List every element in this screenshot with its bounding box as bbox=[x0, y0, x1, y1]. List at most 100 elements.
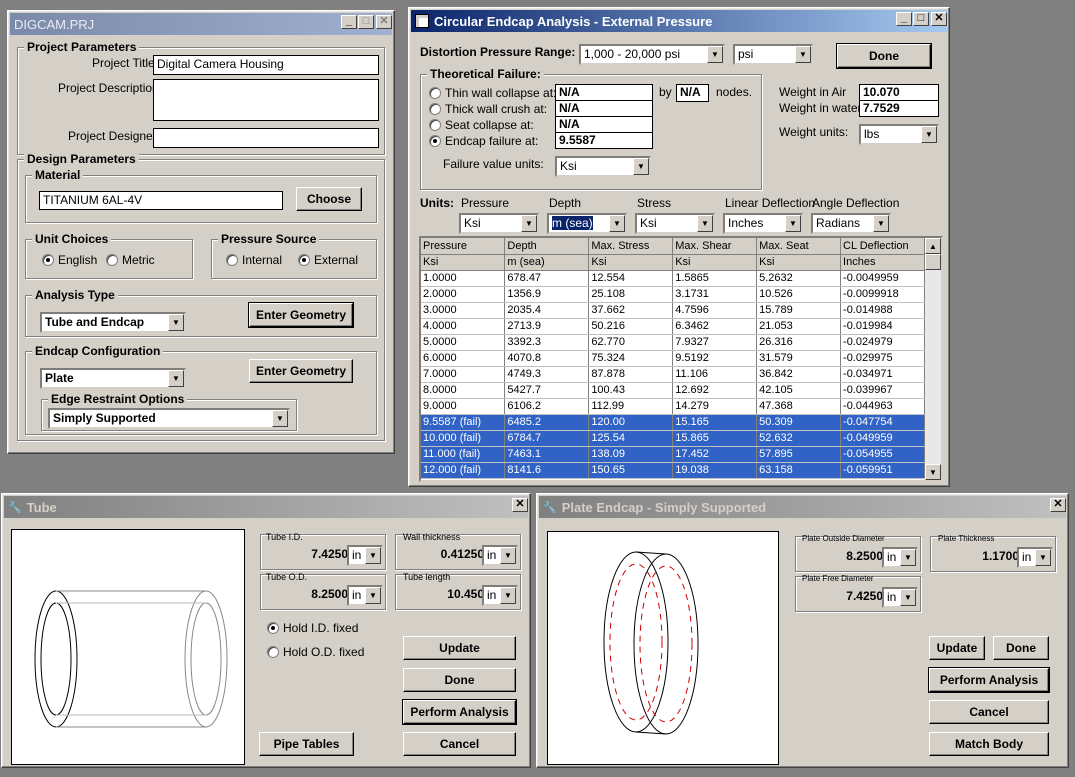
scroll-up-icon[interactable]: ▲ bbox=[925, 238, 941, 254]
tube-id-unit-select[interactable]: in ▼ bbox=[347, 545, 383, 566]
plate-titlebar[interactable]: 🔧 Plate Endcap - Simply Supported bbox=[539, 496, 1066, 518]
tube-length-value[interactable]: 10.450 bbox=[426, 587, 484, 601]
analysis-titlebar[interactable]: Circular Endcap Analysis - External Pres… bbox=[411, 10, 947, 32]
vertical-scrollbar[interactable]: ▲ ▼ bbox=[925, 238, 941, 480]
results-grid[interactable]: Pressure Depth Max. Stress Max. Shear Max. S… bbox=[419, 236, 943, 482]
plate-od-value[interactable]: 8.2500 bbox=[837, 549, 883, 563]
project-designer-field[interactable] bbox=[153, 128, 379, 148]
project-description-field[interactable] bbox=[153, 79, 379, 121]
table-row[interactable]: 12.000 (fail) 8141.6 150.65 19.038 63.158 -0.… bbox=[421, 462, 925, 479]
hold-id-radio[interactable]: Hold I.D. fixed bbox=[267, 621, 358, 635]
pipe-tables-button[interactable]: Pipe Tables bbox=[259, 732, 354, 756]
project-titlebar[interactable]: DIGCAM.PRJ bbox=[10, 13, 392, 35]
minimize-icon[interactable]: _ bbox=[341, 15, 357, 29]
plate-cancel-button[interactable]: Cancel bbox=[929, 700, 1049, 724]
chevron-down-icon[interactable]: ▼ bbox=[500, 547, 516, 564]
linear-deflection-select[interactable]: Inches ▼ bbox=[723, 213, 803, 234]
table-row[interactable]: 10.000 (fail) 6784.7 125.54 15.865 52.632 -0.… bbox=[421, 430, 925, 447]
enter-geometry-button[interactable]: Enter Geometry bbox=[248, 302, 354, 328]
plate-thickness-unit-select[interactable]: in ▼ bbox=[1017, 547, 1053, 568]
scroll-down-icon[interactable]: ▼ bbox=[925, 464, 941, 480]
endcap-type-select[interactable]: Plate ▼ bbox=[40, 368, 186, 389]
table-row[interactable]: 9.0000 6106.2 112.99 14.279 47.368 -0.044963 bbox=[421, 398, 925, 415]
seat-collapse-radio[interactable]: Seat collapse at: bbox=[429, 118, 534, 132]
chevron-down-icon[interactable]: ▼ bbox=[707, 46, 723, 63]
edge-restraint-select[interactable]: Simply Supported ▼ bbox=[48, 408, 290, 429]
close-icon[interactable]: ✕ bbox=[1050, 498, 1066, 512]
internal-radio[interactable]: Internal bbox=[226, 253, 282, 267]
close-icon[interactable]: ✕ bbox=[931, 12, 947, 26]
tube-length-unit-select[interactable]: in ▼ bbox=[482, 585, 518, 606]
tube-id-value[interactable]: 7.4250 bbox=[302, 547, 348, 561]
chevron-down-icon[interactable]: ▼ bbox=[921, 126, 937, 143]
chevron-down-icon[interactable]: ▼ bbox=[633, 158, 649, 175]
wall-thickness-value[interactable]: 0.41250 bbox=[426, 547, 484, 561]
plate-perform-analysis-button[interactable]: Perform Analysis bbox=[928, 667, 1050, 693]
failure-units-select[interactable]: Ksi ▼ bbox=[555, 156, 651, 177]
table-row[interactable]: 4.0000 2713.9 50.216 6.3462 21.053 -0.019984 bbox=[421, 318, 925, 335]
chevron-down-icon[interactable]: ▼ bbox=[1035, 549, 1051, 566]
table-units-row[interactable]: Ksi m (sea) Ksi Ksi Ksi Inches bbox=[421, 254, 925, 271]
tube-perform-analysis-button[interactable]: Perform Analysis bbox=[402, 699, 517, 725]
table-header-row[interactable]: Pressure Depth Max. Stress Max. Shear Max. S… bbox=[421, 238, 925, 255]
chevron-down-icon[interactable]: ▼ bbox=[609, 215, 625, 232]
chevron-down-icon[interactable]: ▼ bbox=[521, 215, 537, 232]
plate-done-button[interactable]: Done bbox=[993, 636, 1049, 660]
english-radio[interactable]: English bbox=[42, 253, 97, 267]
plate-thickness-value[interactable]: 1.1700 bbox=[971, 549, 1019, 563]
choose-button[interactable]: Choose bbox=[296, 187, 362, 211]
range-select[interactable]: 1,000 - 20,000 psi ▼ bbox=[579, 44, 725, 65]
tube-update-button[interactable]: Update bbox=[403, 636, 516, 660]
scroll-thumb[interactable] bbox=[925, 254, 941, 270]
thin-wall-radio[interactable]: Thin wall collapse at: bbox=[429, 86, 556, 100]
plate-od-unit-select[interactable]: in ▼ bbox=[882, 547, 918, 568]
range-unit-select[interactable]: psi ▼ bbox=[733, 44, 813, 65]
done-button[interactable]: Done bbox=[836, 43, 932, 69]
wall-thickness-unit-select[interactable]: in ▼ bbox=[482, 545, 518, 566]
table-row[interactable]: 3.0000 2035.4 37.662 4.7596 15.789 -0.014988 bbox=[421, 302, 925, 319]
table-row[interactable]: 5.0000 3392.3 62.770 7.9327 26.316 -0.024979 bbox=[421, 334, 925, 351]
chevron-down-icon[interactable]: ▼ bbox=[500, 587, 516, 604]
close-icon[interactable]: ✕ bbox=[512, 498, 528, 512]
hold-od-radio[interactable]: Hold O.D. fixed bbox=[267, 645, 364, 659]
chevron-down-icon[interactable]: ▼ bbox=[785, 215, 801, 232]
chevron-down-icon[interactable]: ▼ bbox=[365, 547, 381, 564]
table-row[interactable]: 8.0000 5427.7 100.43 12.692 42.105 -0.039967 bbox=[421, 382, 925, 399]
chevron-down-icon[interactable]: ▼ bbox=[873, 215, 889, 232]
minimize-icon[interactable]: _ bbox=[896, 12, 912, 26]
chevron-down-icon[interactable]: ▼ bbox=[365, 587, 381, 604]
match-body-button[interactable]: Match Body bbox=[929, 732, 1049, 756]
weight-units-select[interactable]: lbs ▼ bbox=[859, 124, 939, 145]
table-row[interactable]: 2.0000 1356.9 25.108 3.1731 10.526 -0.0099918 bbox=[421, 286, 925, 303]
plate-free-value[interactable]: 7.4250 bbox=[837, 589, 883, 603]
analysis-type-select[interactable]: Tube and Endcap ▼ bbox=[40, 312, 186, 333]
plate-update-button[interactable]: Update bbox=[929, 636, 985, 660]
pressure-unit-select[interactable]: Ksi ▼ bbox=[459, 213, 539, 234]
depth-unit-select[interactable]: m (sea) ▼ bbox=[547, 213, 627, 234]
table-row[interactable]: 6.0000 4070.8 75.324 9.5192 31.579 -0.029975 bbox=[421, 350, 925, 367]
chevron-down-icon[interactable]: ▼ bbox=[900, 549, 916, 566]
tube-od-unit-select[interactable]: in ▼ bbox=[347, 585, 383, 606]
project-title-field[interactable]: Digital Camera Housing bbox=[153, 55, 379, 75]
table-row[interactable]: 9.5587 (fail) 6485.2 120.00 15.165 50.309 -0.… bbox=[421, 414, 925, 431]
chevron-down-icon[interactable]: ▼ bbox=[900, 589, 916, 606]
chevron-down-icon[interactable]: ▼ bbox=[795, 46, 811, 63]
thick-wall-radio[interactable]: Thick wall crush at: bbox=[429, 102, 547, 116]
tube-od-value[interactable]: 8.2500 bbox=[302, 587, 348, 601]
chevron-down-icon[interactable]: ▼ bbox=[272, 410, 288, 427]
plate-free-unit-select[interactable]: in ▼ bbox=[882, 587, 918, 608]
table-row[interactable]: 1.0000 678.47 12.554 1.5865 5.2632 -0.0049959 bbox=[421, 270, 925, 287]
external-radio[interactable]: External bbox=[298, 253, 358, 267]
chevron-down-icon[interactable]: ▼ bbox=[168, 314, 184, 331]
table-row[interactable]: 7.0000 4749.3 87.878 11.106 36.842 -0.034971 bbox=[421, 366, 925, 383]
endcap-failure-radio[interactable]: Endcap failure at: bbox=[429, 134, 538, 148]
chevron-down-icon[interactable]: ▼ bbox=[168, 370, 184, 387]
table-row[interactable]: 11.000 (fail) 7463.1 138.09 17.452 57.895 -0.… bbox=[421, 446, 925, 463]
angle-deflection-select[interactable]: Radians ▼ bbox=[811, 213, 891, 234]
enter-geometry-endcap-button[interactable]: Enter Geometry bbox=[249, 359, 353, 383]
tube-cancel-button[interactable]: Cancel bbox=[403, 732, 516, 756]
stress-unit-select[interactable]: Ksi ▼ bbox=[635, 213, 715, 234]
chevron-down-icon[interactable]: ▼ bbox=[697, 215, 713, 232]
metric-radio[interactable]: Metric bbox=[106, 253, 155, 267]
tube-done-button[interactable]: Done bbox=[403, 668, 516, 692]
